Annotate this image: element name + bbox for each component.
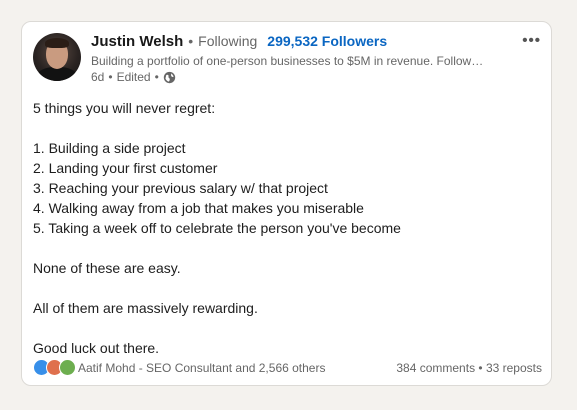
- post-line: 4. Walking away from a job that makes yo…: [33, 200, 364, 216]
- reactions-summary[interactable]: Aatif Mohd - SEO Consultant and 2,566 ot…: [33, 359, 325, 376]
- post-line: 5 things you will never regret:: [33, 100, 216, 116]
- post-line: 2. Landing your first customer: [33, 160, 218, 176]
- post-header: Justin Welsh • Following 299,532 Followe…: [91, 33, 511, 84]
- globe-icon: [163, 71, 175, 83]
- separator-dot: •: [188, 33, 194, 49]
- post-line: 5. Taking a week off to celebrate the pe…: [33, 220, 401, 236]
- post-line: All of them are massively rewarding.: [33, 300, 258, 316]
- author-name[interactable]: Justin Welsh: [91, 33, 183, 50]
- following-status[interactable]: Following: [198, 33, 257, 49]
- author-avatar[interactable]: [33, 33, 81, 81]
- post-line: None of these are easy.: [33, 260, 181, 276]
- reposts-count[interactable]: 33 reposts: [486, 361, 542, 375]
- post-body: 5 things you will never regret: 1. Build…: [33, 98, 538, 358]
- more-options-button[interactable]: •••: [522, 32, 541, 49]
- post-meta: 6d • Edited •: [91, 70, 511, 84]
- social-counts: Aatif Mohd - SEO Consultant and 2,566 ot…: [33, 359, 542, 376]
- support-icon: [59, 359, 76, 376]
- reactions-text[interactable]: Aatif Mohd - SEO Consultant and 2,566 ot…: [78, 361, 325, 375]
- comments-count[interactable]: 384 comments: [396, 361, 475, 375]
- post-age: 6d: [91, 70, 105, 84]
- followers-count[interactable]: 299,532 Followers: [267, 33, 387, 49]
- post-line: 3. Reaching your previous salary w/ that…: [33, 180, 328, 196]
- post-line: Good luck out there.: [33, 340, 160, 356]
- edited-label: Edited: [116, 70, 151, 84]
- post-card: Justin Welsh • Following 299,532 Followe…: [21, 21, 552, 386]
- author-headline: Building a portfolio of one-person busin…: [91, 54, 484, 68]
- post-line: 1. Building a side project: [33, 140, 186, 156]
